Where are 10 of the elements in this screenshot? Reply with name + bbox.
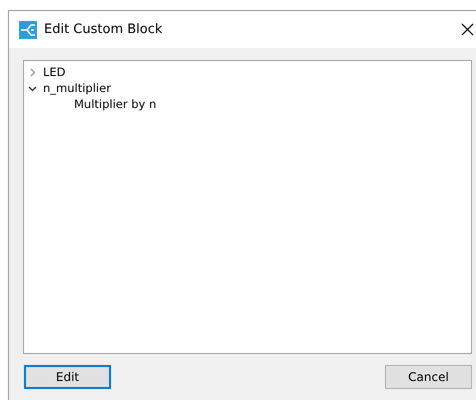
close-icon[interactable] — [461, 23, 474, 36]
app-icon — [19, 20, 37, 38]
chevron-down-icon[interactable] — [28, 84, 37, 92]
tree-item[interactable]: LED — [43, 65, 66, 79]
chevron-right-icon[interactable] — [28, 68, 37, 76]
edit-button[interactable]: Edit — [24, 365, 111, 389]
cancel-button[interactable]: Cancel — [385, 365, 472, 389]
window-title: Edit Custom Block — [44, 22, 162, 37]
tree-item[interactable]: Multiplier by n — [74, 97, 156, 111]
tree-item[interactable]: n_multiplier — [43, 81, 111, 95]
